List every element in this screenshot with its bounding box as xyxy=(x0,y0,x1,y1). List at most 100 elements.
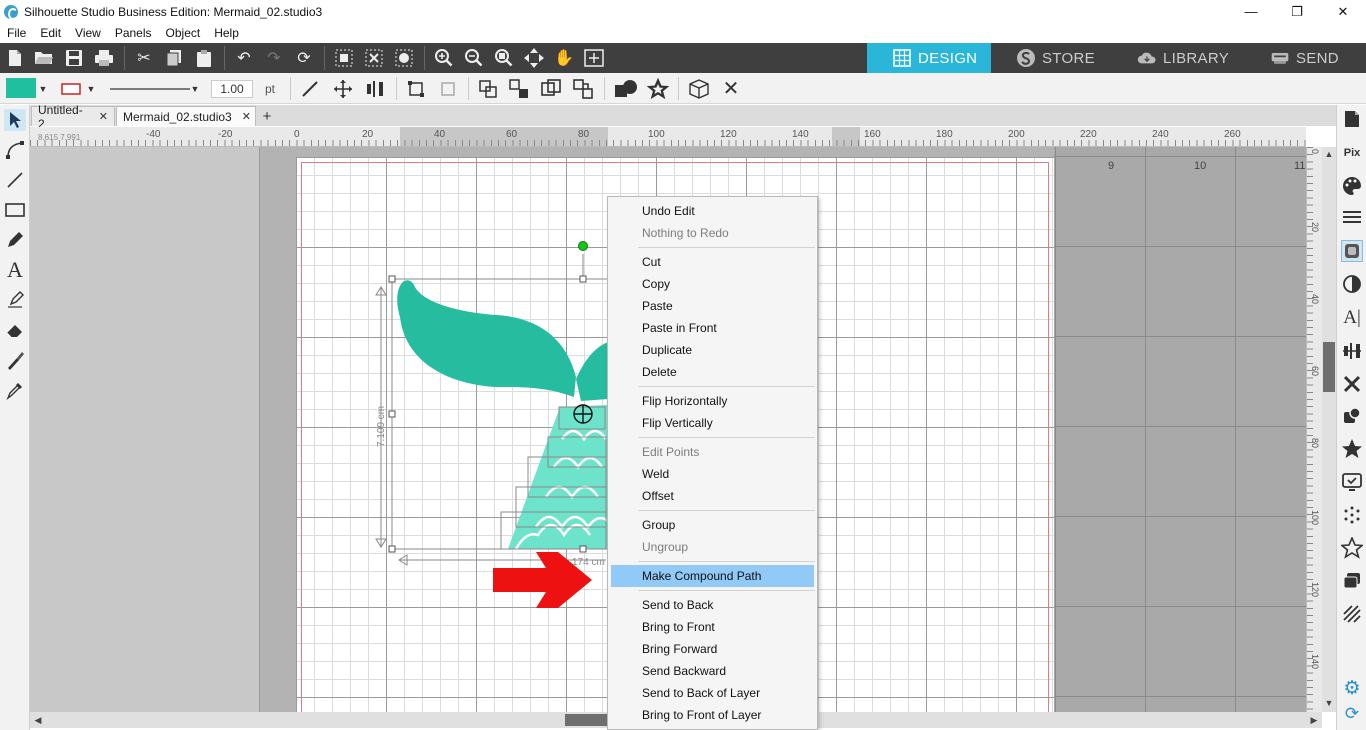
line-tool-icon[interactable] xyxy=(299,77,321,100)
menu-view[interactable]: View xyxy=(68,26,108,40)
page-setup-icon[interactable] xyxy=(1341,108,1363,130)
ctx-flip-vertically[interactable]: Flip Vertically xyxy=(608,412,817,434)
eraser-icon[interactable] xyxy=(4,319,26,341)
text-style-icon[interactable]: A| xyxy=(1341,307,1363,329)
fill-color-swatch[interactable] xyxy=(6,78,36,98)
fill-pattern-panel-icon[interactable] xyxy=(1341,240,1363,262)
tab-library[interactable]: LIBRARY xyxy=(1137,43,1247,73)
rotate-disabled-icon[interactable] xyxy=(437,77,459,100)
favorites-star-icon[interactable] xyxy=(1341,537,1363,559)
vertical-scrollbar[interactable]: ▲ ▼ xyxy=(1322,147,1336,712)
line-color-swatch[interactable] xyxy=(60,77,82,100)
zoom-in-icon[interactable] xyxy=(433,47,455,69)
settings-gear-icon[interactable]: ⚙ xyxy=(1341,677,1363,699)
ctx-bring-to-front-of-layer[interactable]: Bring to Front of Layer xyxy=(608,704,817,726)
ctx-edit-points[interactable]: Edit Points xyxy=(608,441,817,463)
menu-help[interactable]: Help xyxy=(207,26,246,40)
rectangle-tool-icon[interactable] xyxy=(4,199,26,221)
ctx-send-backward[interactable]: Send Backward xyxy=(608,660,817,682)
modify-panel-icon[interactable] xyxy=(1341,405,1363,427)
line-style-panel-icon[interactable] xyxy=(1341,207,1363,229)
line-color-dropdown-arrow-icon[interactable]: ▼ xyxy=(86,77,96,100)
ctx-duplicate[interactable]: Duplicate xyxy=(608,339,817,361)
scroll-down-arrow-icon[interactable]: ▼ xyxy=(1323,697,1335,709)
redo-icon[interactable]: ↷ xyxy=(263,47,285,69)
ctx-send-to-back-of-layer[interactable]: Send to Back of Layer xyxy=(608,682,817,704)
select-all-icon[interactable] xyxy=(333,47,355,69)
scroll-left-arrow-icon[interactable]: ◀ xyxy=(32,714,44,726)
ctx-nothing-to-redo[interactable]: Nothing to Redo xyxy=(608,222,817,244)
print-icon[interactable] xyxy=(93,47,115,69)
text-tool-icon[interactable]: A xyxy=(4,257,26,282)
fill-color-dropdown-arrow-icon[interactable]: ▼ xyxy=(38,77,48,100)
make-compound-path-icon[interactable] xyxy=(540,77,562,100)
ctx-ungroup[interactable]: Ungroup xyxy=(608,536,817,558)
minimize-button[interactable]: — xyxy=(1228,0,1274,23)
close-tab-icon[interactable]: ✕ xyxy=(99,110,108,123)
ctx-copy[interactable]: Copy xyxy=(608,273,817,295)
new-document-icon[interactable] xyxy=(4,47,26,69)
ctx-undo-edit[interactable]: Undo Edit xyxy=(608,200,817,222)
replicate-panel-icon[interactable] xyxy=(1341,373,1363,395)
fill-palette-icon[interactable] xyxy=(1341,175,1363,197)
zoom-select-icon[interactable] xyxy=(493,47,515,69)
line-style-dropdown-arrow-icon[interactable]: ▼ xyxy=(189,77,201,100)
scale-icon[interactable] xyxy=(405,77,427,100)
restore-button[interactable]: ❐ xyxy=(1274,0,1320,23)
menu-panels[interactable]: Panels xyxy=(108,26,159,40)
ctx-bring-forward[interactable]: Bring Forward xyxy=(608,638,817,660)
paste-clipboard-icon[interactable] xyxy=(193,47,215,69)
star-shape-icon[interactable] xyxy=(645,77,671,100)
align-icon[interactable] xyxy=(364,77,386,100)
sketch-pen-icon[interactable] xyxy=(4,289,26,311)
hand-tool-icon[interactable]: ✋ xyxy=(553,47,575,69)
deselect-icon[interactable] xyxy=(363,47,385,69)
ctx-weld[interactable]: Weld xyxy=(608,463,817,485)
ctx-cut[interactable]: Cut xyxy=(608,251,817,273)
vertical-scroll-thumb[interactable] xyxy=(1323,342,1335,392)
knife-tool-icon[interactable] xyxy=(4,349,26,371)
doc-tab-untitled-2[interactable]: Untitled-2 ✕ xyxy=(31,103,115,131)
pencil-draw-icon[interactable] xyxy=(4,229,26,251)
tab-send[interactable]: SEND xyxy=(1270,43,1366,73)
doc-tab-mermaid[interactable]: Mermaid_02.studio3 ✕ xyxy=(116,106,256,126)
tail-fin-left[interactable] xyxy=(397,280,576,397)
save-icon[interactable] xyxy=(63,47,85,69)
sketch-panel-icon[interactable] xyxy=(1341,504,1363,526)
select-by-color-icon[interactable] xyxy=(393,47,415,69)
weld-shapes-icon[interactable] xyxy=(613,77,639,100)
edit-points-icon[interactable] xyxy=(4,139,26,161)
release-compound-path-icon[interactable] xyxy=(572,77,594,100)
offset-star-icon[interactable] xyxy=(1341,438,1363,460)
ctx-make-compound-path[interactable]: Make Compound Path xyxy=(611,565,814,587)
menu-object[interactable]: Object xyxy=(159,26,208,40)
tail-fin-right[interactable] xyxy=(576,342,608,401)
cut-scissors-icon[interactable]: ✂ xyxy=(133,47,155,69)
ctx-group[interactable]: Group xyxy=(608,514,817,536)
group-icon[interactable] xyxy=(477,77,499,100)
hatch-panel-icon[interactable] xyxy=(1341,603,1363,625)
zoom-out-icon[interactable] xyxy=(463,47,485,69)
close-x-icon[interactable]: ✕ xyxy=(720,77,742,100)
transform-move-icon[interactable] xyxy=(332,77,354,100)
pixscan-icon[interactable]: Pix xyxy=(1341,142,1363,164)
redraw-refresh-icon[interactable]: ⟳ xyxy=(293,47,315,69)
open-folder-icon[interactable] xyxy=(33,47,55,69)
ctx-bring-to-front[interactable]: Bring to Front xyxy=(608,616,817,638)
tab-design[interactable]: DESIGN xyxy=(867,43,991,73)
eyedropper-icon[interactable] xyxy=(4,379,26,401)
fit-to-page-icon[interactable] xyxy=(583,47,605,69)
ctx-flip-horizontally[interactable]: Flip Horizontally xyxy=(608,390,817,412)
sync-icon[interactable]: ⟳ xyxy=(1341,703,1363,725)
3d-box-icon[interactable] xyxy=(687,77,711,100)
line-draw-icon[interactable] xyxy=(4,169,26,191)
ctx-paste[interactable]: Paste xyxy=(608,295,817,317)
scroll-right-arrow-icon[interactable]: ▶ xyxy=(1308,714,1320,726)
rotation-handle-icon[interactable] xyxy=(578,241,588,251)
copy-icon[interactable] xyxy=(163,47,185,69)
pan-drag-icon[interactable] xyxy=(523,47,545,69)
tab-store[interactable]: STORE xyxy=(1016,43,1116,73)
ctx-paste-in-front[interactable]: Paste in Front xyxy=(608,317,817,339)
select-pointer-icon[interactable] xyxy=(4,109,26,131)
close-tab-icon[interactable]: ✕ xyxy=(242,110,251,123)
